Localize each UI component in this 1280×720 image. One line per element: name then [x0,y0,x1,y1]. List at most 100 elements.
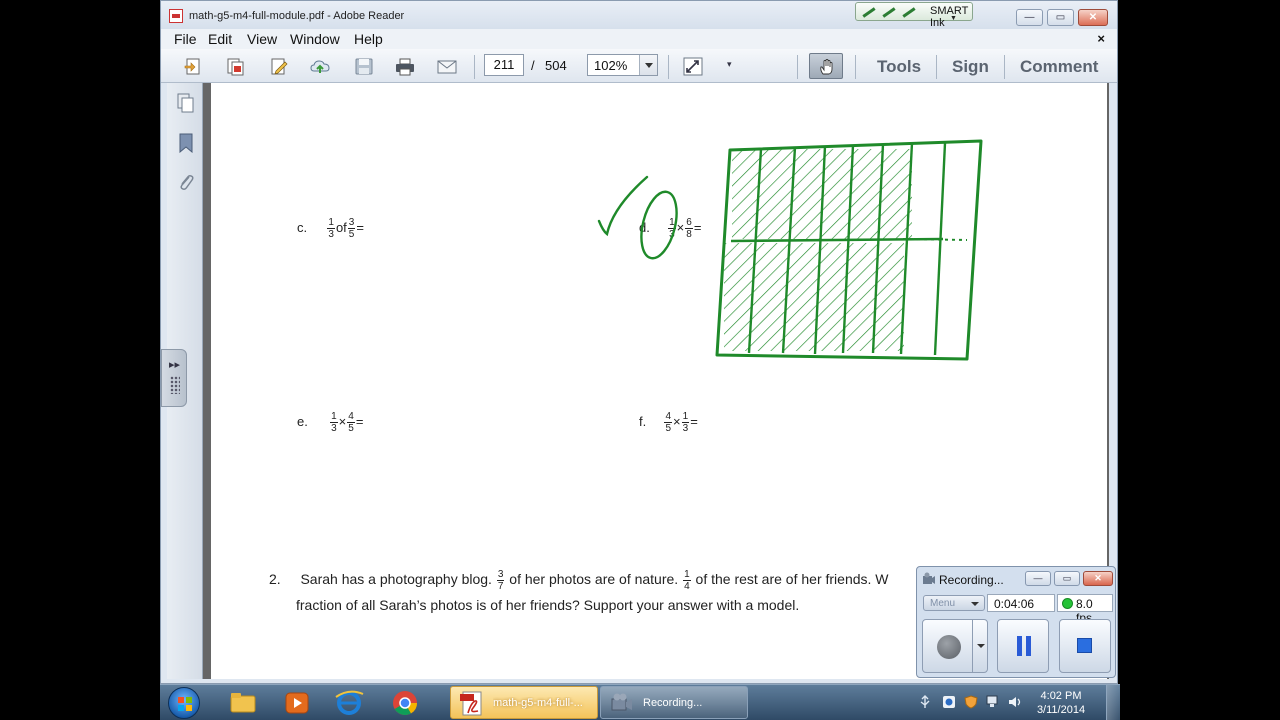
bookmarks-icon[interactable] [177,133,195,153]
recorder-close-button[interactable]: ✕ [1083,571,1113,586]
checkmark-ink [597,175,649,237]
pause-button[interactable] [997,619,1049,673]
fit-page-icon[interactable] [683,57,703,76]
minimize-icon: — [1033,573,1043,583]
page-separator: / [531,58,535,73]
record-button[interactable] [922,619,973,673]
chrome-icon[interactable] [382,688,428,718]
system-clock[interactable]: 4:02 PM 3/11/2014 [1028,689,1094,717]
maximize-icon: ▭ [1062,573,1072,583]
menu-edit[interactable]: Edit [208,31,232,47]
volume-icon[interactable] [1008,695,1022,709]
title-bar[interactable]: math-g5-m4-full-module.pdf - Adobe Reade… [161,1,1117,29]
menu-window[interactable]: Window [290,31,340,47]
zoom-select[interactable]: 102% [587,54,658,76]
email-icon[interactable] [437,57,457,76]
screen: math-g5-m4-full-module.pdf - Adobe Reade… [0,0,1280,720]
stop-button[interactable] [1059,619,1111,673]
recording-window[interactable]: Recording... — ▭ ✕ Menu 0:04:06 8.0 fps [916,566,1116,678]
page-count: 504 [545,58,567,73]
pdf-app-icon [169,9,183,23]
media-player-icon[interactable] [274,688,320,718]
close-document-icon[interactable]: × [1097,31,1105,46]
close-window-button[interactable]: ✕ [1078,9,1108,26]
recorder-maximize-button[interactable]: ▭ [1054,571,1080,586]
minimize-icon: — [1024,12,1035,23]
file-explorer-icon[interactable] [220,688,266,718]
minimize-button[interactable]: — [1016,9,1043,26]
task-label: math-g5-m4-full-... [493,697,583,709]
page-number-input[interactable]: 211 [484,54,524,76]
start-button[interactable] [168,687,200,719]
navigation-pane-toggle[interactable]: ▸▸ [161,349,187,407]
windows-logo-icon [178,697,192,711]
circle-ink [640,190,678,260]
toolbar-separator [936,55,937,79]
page-thumbnails-icon[interactable] [177,93,195,113]
recorder-minimize-button[interactable]: — [1025,571,1051,586]
clock-date: 3/11/2014 [1036,704,1086,716]
usb-icon[interactable] [918,695,932,709]
record-icon [937,635,961,659]
highlighter-icon[interactable] [900,5,916,18]
toolbar-separator [474,55,475,79]
menu-help[interactable]: Help [354,31,383,47]
pen-icon[interactable] [860,5,876,18]
menu-file[interactable]: File [174,31,197,47]
pdf-file-icon [460,691,482,716]
stop-icon [1077,638,1092,653]
close-icon: ✕ [1088,12,1098,23]
tools-pane-button[interactable]: Tools [877,57,921,77]
task-adobe-reader[interactable]: math-g5-m4-full-... [450,686,598,719]
main-toolbar: 211 / 504 102% ▾ Tools Sign Comment [161,49,1117,83]
close-icon: ✕ [1094,573,1102,583]
comment-pane-button[interactable]: Comment [1020,57,1098,77]
network-icon[interactable] [986,695,1000,709]
recording-title: Recording... [939,573,1004,587]
navigation-pane: ▸▸ [161,83,203,679]
create-pdf-icon[interactable] [183,57,203,76]
smart-ink-toolbar[interactable]: SMART Ink ▼ [855,2,973,29]
edit-pdf-icon[interactable] [269,57,289,76]
zoom-dropdown-button[interactable] [639,55,657,75]
record-tray-icon[interactable] [942,695,956,709]
elapsed-time-value: 0:04:06 [994,597,1035,611]
toolbar-separator [855,55,856,79]
hand-icon [820,59,833,75]
chevron-down-icon[interactable]: ▼ [950,15,957,22]
internet-explorer-icon[interactable] [326,688,372,718]
upload-cloud-icon[interactable] [310,57,330,76]
status-dot-icon [1062,598,1073,609]
window-title: math-g5-m4-full-module.pdf - Adobe Reade… [189,10,405,22]
task-recording[interactable]: Recording... [600,686,748,719]
zoom-value: 102% [594,58,628,73]
taskbar: math-g5-m4-full-... Recording... 4:02 PM… [160,684,1120,720]
recorder-menu-dropdown[interactable]: Menu [923,595,985,611]
record-options-dropdown[interactable] [972,619,988,673]
maximize-icon: ▭ [1055,12,1066,23]
expand-arrows-icon: ▸▸ [169,359,181,371]
attachments-icon[interactable] [177,173,195,193]
toolbar-separator [797,55,798,79]
save-icon[interactable] [354,57,374,76]
toolbar-separator [668,55,669,79]
menu-bar: File Edit View Window Help × [161,29,1117,49]
hand-tool-button[interactable] [809,53,843,79]
maximize-button[interactable]: ▭ [1047,9,1074,26]
print-icon[interactable] [395,57,415,76]
pause-icon [1017,636,1022,656]
elapsed-time: 0:04:06 [987,594,1055,612]
recorder-menu-label: Menu [930,598,956,609]
camera-icon [611,693,632,711]
camera-icon [923,572,935,584]
shield-icon[interactable] [964,695,978,709]
sign-pane-button[interactable]: Sign [952,57,989,77]
show-desktop-button[interactable] [1106,685,1120,720]
customize-toolbar-icon[interactable]: ▾ [727,59,732,70]
combine-files-icon[interactable] [225,57,245,76]
area-model-ink [715,139,983,361]
menu-view[interactable]: View [247,31,277,47]
pen-icon[interactable] [880,5,896,18]
task-label: Recording... [643,697,703,709]
pause-icon [1026,636,1031,656]
